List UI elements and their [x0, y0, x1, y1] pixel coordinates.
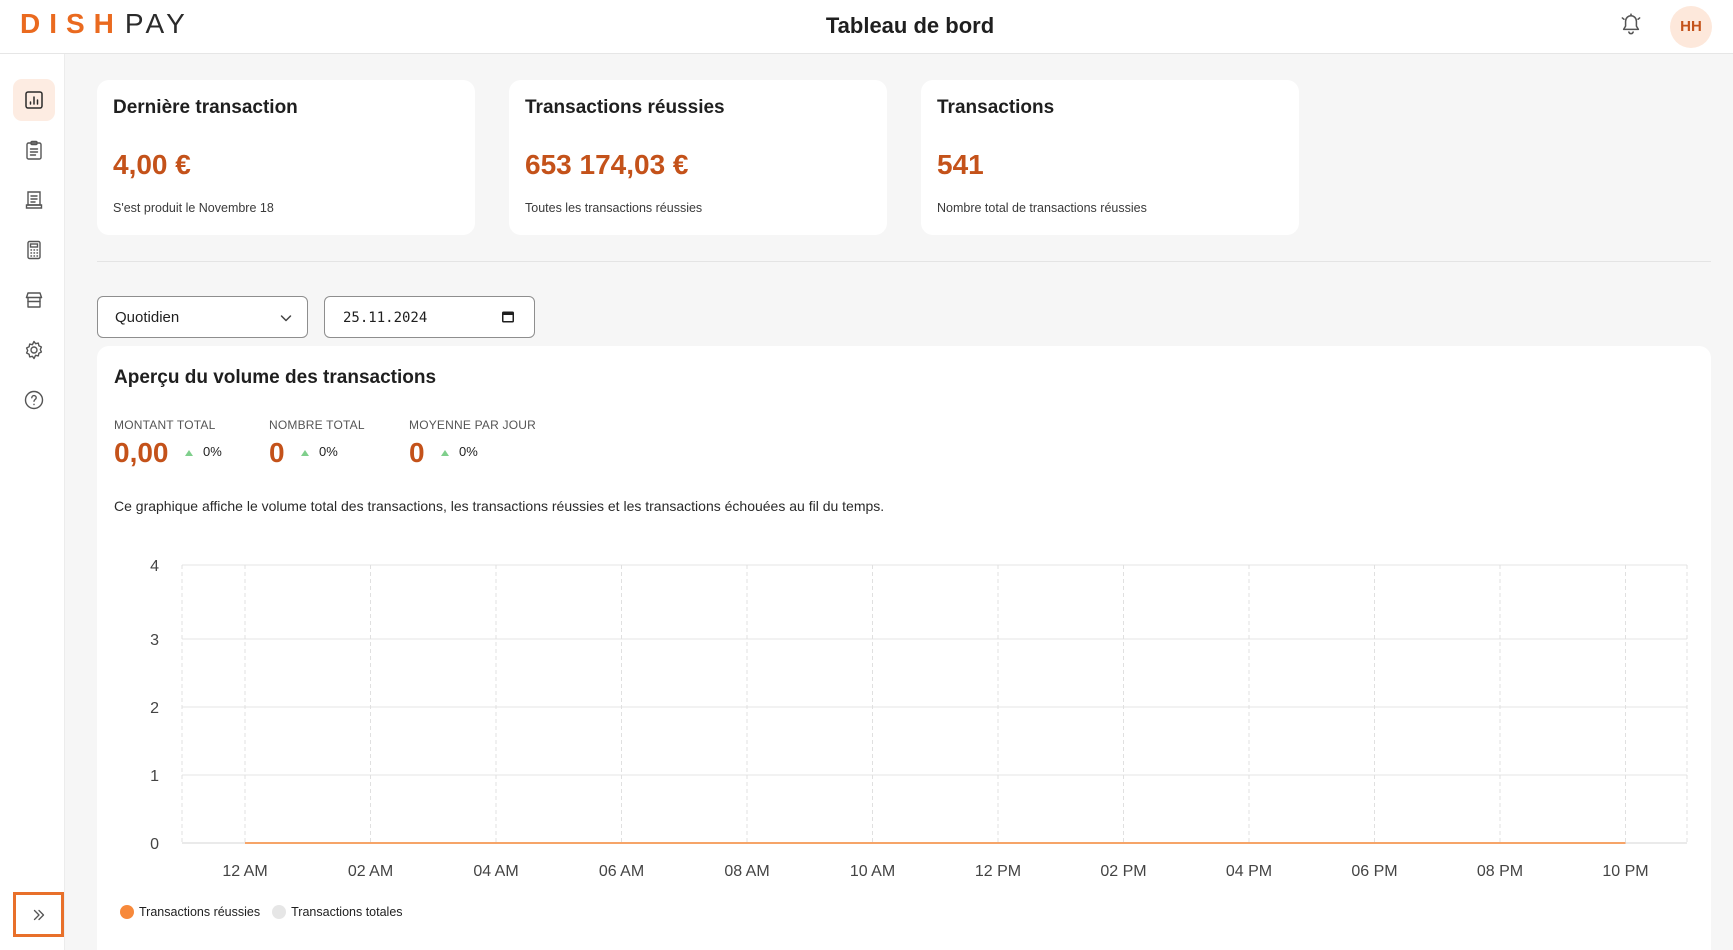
- card-subtitle: Toutes les transactions réussies: [525, 201, 703, 215]
- card-subtitle: Nombre total de transactions réussies: [937, 201, 1147, 215]
- section-divider: [97, 261, 1711, 262]
- x-tick-label: 08 AM: [724, 863, 769, 880]
- bell-icon[interactable]: [1618, 12, 1644, 38]
- sidebar-item-reports[interactable]: [13, 179, 55, 221]
- successful-transactions-card: Transactions réussies 653 174,03 € Toute…: [509, 80, 887, 235]
- x-tick-label: 04 AM: [473, 863, 518, 880]
- sidebar: [0, 54, 65, 950]
- card-title: Transactions réussies: [525, 97, 725, 118]
- date-input[interactable]: 25.11.2024: [324, 296, 535, 338]
- card-title: Transactions: [937, 97, 1055, 118]
- card-value: 541: [937, 149, 984, 180]
- calculator-icon: [27, 240, 41, 260]
- y-tick-label: 1: [150, 768, 159, 785]
- sidebar-item-transactions[interactable]: [13, 129, 55, 171]
- legend-swatch: [120, 905, 134, 919]
- card-subtitle: S'est produit le Novembre 18: [113, 201, 274, 215]
- receipt-icon: [25, 191, 43, 209]
- legend-item-total[interactable]: Transactions totales: [272, 904, 403, 920]
- gear-icon: [25, 340, 43, 360]
- chevron-down-icon: [280, 315, 292, 322]
- chart-icon: [25, 91, 43, 109]
- legend-label: Transactions réussies: [139, 905, 261, 919]
- period-select[interactable]: Quotidien: [97, 296, 308, 338]
- card-title: Dernière transaction: [113, 97, 298, 118]
- expand-sidebar-button[interactable]: [13, 892, 64, 937]
- x-tick-label: 02 PM: [1100, 863, 1146, 880]
- legend-swatch: [272, 905, 287, 919]
- sidebar-item-dashboard[interactable]: [13, 79, 55, 121]
- clipboard-icon: [26, 140, 42, 160]
- y-tick-label: 2: [150, 700, 159, 717]
- y-tick-label: 4: [150, 558, 159, 575]
- sidebar-item-settings[interactable]: [13, 329, 55, 371]
- transactions-count-card: Transactions 541 Nombre total de transac…: [921, 80, 1299, 235]
- date-value: 25.11.2024: [343, 310, 428, 326]
- sidebar-item-stores[interactable]: [13, 279, 55, 321]
- x-tick-label: 08 PM: [1477, 863, 1523, 880]
- help-icon: [24, 390, 44, 410]
- last-transaction-card: Dernière transaction 4,00 € S'est produi…: [97, 80, 475, 235]
- page-title: Tableau de bord: [825, 13, 995, 38]
- legend-label: Transactions totales: [291, 905, 403, 919]
- x-tick-label: 06 AM: [599, 863, 644, 880]
- chart-legend: Transactions réussies Transactions total…: [120, 904, 415, 920]
- y-tick-label: 0: [150, 836, 159, 853]
- x-tick-label: 06 PM: [1351, 863, 1397, 880]
- legend-item-successful[interactable]: Transactions réussies: [120, 904, 260, 920]
- x-tick-label: 04 PM: [1226, 863, 1272, 880]
- x-tick-label: 12 PM: [975, 863, 1021, 880]
- sidebar-item-terminals[interactable]: [13, 229, 55, 271]
- x-tick-label: 10 AM: [850, 863, 895, 880]
- x-tick-label: 12 AM: [222, 863, 267, 880]
- x-tick-label: 10 PM: [1602, 863, 1648, 880]
- calendar-icon[interactable]: [501, 310, 515, 324]
- transaction-volume-chart: 0 1 2 3 4 12 AM 02 AM 04 AM 06 AM 08 AM 10 AM 12 PM…: [150, 558, 1688, 880]
- sidebar-item-help[interactable]: [13, 379, 55, 421]
- user-avatar[interactable]: HH: [1670, 6, 1712, 48]
- top-bar: DISHPAY Tableau de bord HH: [0, 0, 1733, 54]
- transaction-volume-panel: Aperçu du volume des transactions MONTAN…: [97, 346, 1711, 950]
- card-value: 4,00 €: [113, 149, 191, 180]
- store-icon: [25, 292, 43, 308]
- x-tick-label: 02 AM: [348, 863, 393, 880]
- y-tick-label: 3: [150, 632, 159, 649]
- card-value: 653 174,03 €: [525, 149, 689, 180]
- period-select-value: Quotidien: [115, 309, 180, 326]
- double-chevron-right-icon: [33, 909, 44, 920]
